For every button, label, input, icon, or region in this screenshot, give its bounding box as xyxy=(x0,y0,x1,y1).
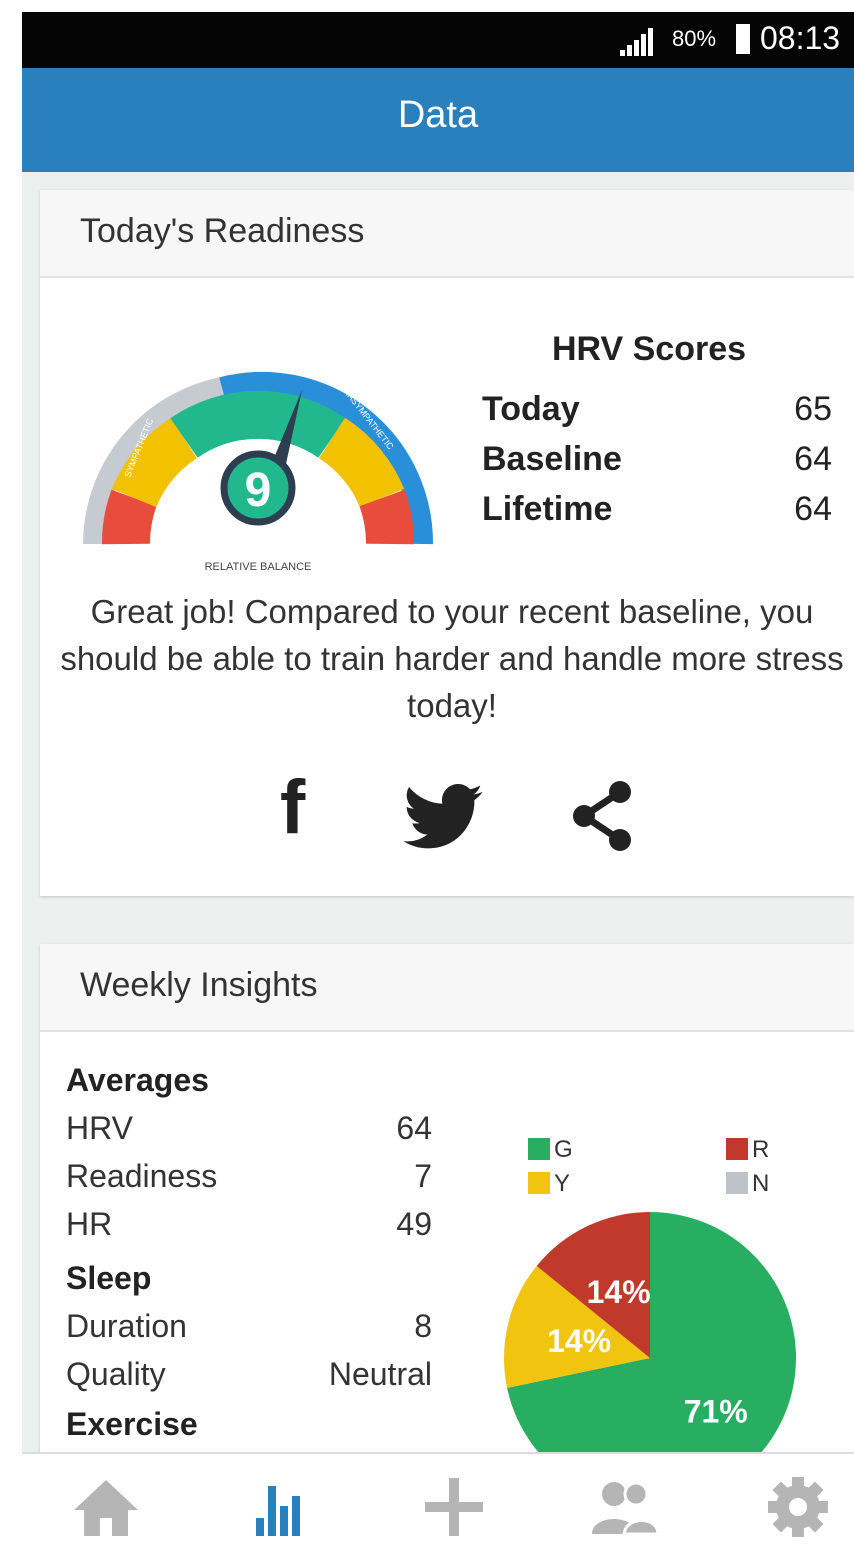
averages-value: 64 xyxy=(396,1110,432,1146)
bottom-navigation xyxy=(22,1452,854,1554)
readiness-title: Today's Readiness xyxy=(80,212,365,250)
readiness-gauge: SYMPATHETIC PARASYMPATHETIC 9 RELATIVE B… xyxy=(83,371,434,573)
sleep-row-quality: Quality Neutral xyxy=(66,1356,432,1404)
status-bar: 80% 08:13 xyxy=(22,12,854,68)
legend-label: N xyxy=(752,1170,770,1197)
battery-percent: 80% xyxy=(672,26,717,51)
hrv-row-lifetime: Lifetime 64 xyxy=(482,490,832,529)
readiness-card-header: Today's Readiness xyxy=(40,190,854,278)
sleep-value: Neutral xyxy=(328,1356,432,1392)
averages-block: Averages HRV 64 Readiness 7 HR 49 Sleep … xyxy=(66,1062,432,1454)
hrv-row-label: Baseline xyxy=(482,440,622,478)
twitter-icon[interactable] xyxy=(402,784,484,850)
averages-label: HR xyxy=(66,1206,113,1242)
app-screen: 80% 08:13 Data Today's Readiness SYMPATH… xyxy=(22,12,854,1554)
averages-value: 49 xyxy=(396,1206,432,1242)
sleep-label: Quality xyxy=(66,1356,166,1392)
home-icon[interactable] xyxy=(66,1472,146,1542)
weekly-insights-title: Weekly Insights xyxy=(80,966,318,1004)
averages-row-hrv: HRV 64 xyxy=(66,1110,432,1158)
legend-item-r: R xyxy=(726,1136,769,1164)
legend-swatch xyxy=(528,1138,550,1160)
hrv-row-baseline: Baseline 64 xyxy=(482,440,832,479)
legend-swatch xyxy=(528,1172,550,1194)
exercise-heading: Exercise xyxy=(66,1406,198,1442)
hrv-row-today: Today 65 xyxy=(482,390,832,429)
signal-icon xyxy=(620,28,653,56)
averages-row-hr: HR 49 xyxy=(66,1206,432,1254)
gauge-caption: RELATIVE BALANCE xyxy=(205,561,312,573)
weekly-insights-header: Weekly Insights xyxy=(40,944,854,1032)
legend-label: G xyxy=(554,1136,573,1163)
sleep-heading: Sleep xyxy=(66,1260,152,1296)
averages-label: HRV xyxy=(66,1110,133,1146)
share-icon[interactable] xyxy=(570,780,634,852)
gauge-green xyxy=(170,390,346,459)
hrv-row-value: 64 xyxy=(794,490,832,528)
legend-label: R xyxy=(752,1136,770,1163)
legend-label: Y xyxy=(554,1170,571,1197)
legend-item-n: N xyxy=(726,1170,769,1198)
hrv-row-label: Today xyxy=(482,390,580,428)
battery-icon xyxy=(736,24,750,54)
app-bar: Data xyxy=(22,68,854,172)
page-title: Data xyxy=(397,94,479,136)
readiness-message: Great job! Compared to your recent basel… xyxy=(60,593,844,724)
averages-label: Readiness xyxy=(66,1158,218,1194)
gauge-value: 9 xyxy=(245,464,272,517)
legend-item-g: G xyxy=(528,1136,573,1164)
facebook-icon[interactable]: f xyxy=(280,764,305,851)
averages-row-readiness: Readiness 7 xyxy=(66,1158,432,1206)
status-time: 08:13 xyxy=(760,20,841,56)
pie-label-y: 14% xyxy=(547,1323,611,1359)
sleep-value: 8 xyxy=(414,1308,432,1344)
sleep-row-duration: Duration 8 xyxy=(66,1308,432,1356)
bar-chart-icon[interactable] xyxy=(236,1472,316,1542)
hrv-row-value: 64 xyxy=(794,440,832,478)
averages-heading: Averages xyxy=(66,1062,209,1098)
pie-label-g: 71% xyxy=(684,1393,748,1429)
gauge-yellow-right xyxy=(318,417,405,508)
hrv-row-value: 65 xyxy=(794,390,832,428)
legend-item-y: Y xyxy=(528,1170,570,1198)
hrv-scores-title: HRV Scores xyxy=(552,330,747,368)
gauge-red-left xyxy=(102,489,157,545)
legend-swatch xyxy=(726,1172,748,1194)
averages-value: 7 xyxy=(414,1158,432,1194)
sleep-label: Duration xyxy=(66,1308,187,1344)
legend-swatch xyxy=(726,1138,748,1160)
gauge-red-right xyxy=(359,489,414,545)
hrv-row-label: Lifetime xyxy=(482,490,613,528)
plus-icon[interactable] xyxy=(414,1472,494,1542)
gear-icon[interactable] xyxy=(758,1472,838,1542)
pie-label-r: 14% xyxy=(587,1274,651,1310)
people-icon[interactable] xyxy=(584,1472,664,1542)
